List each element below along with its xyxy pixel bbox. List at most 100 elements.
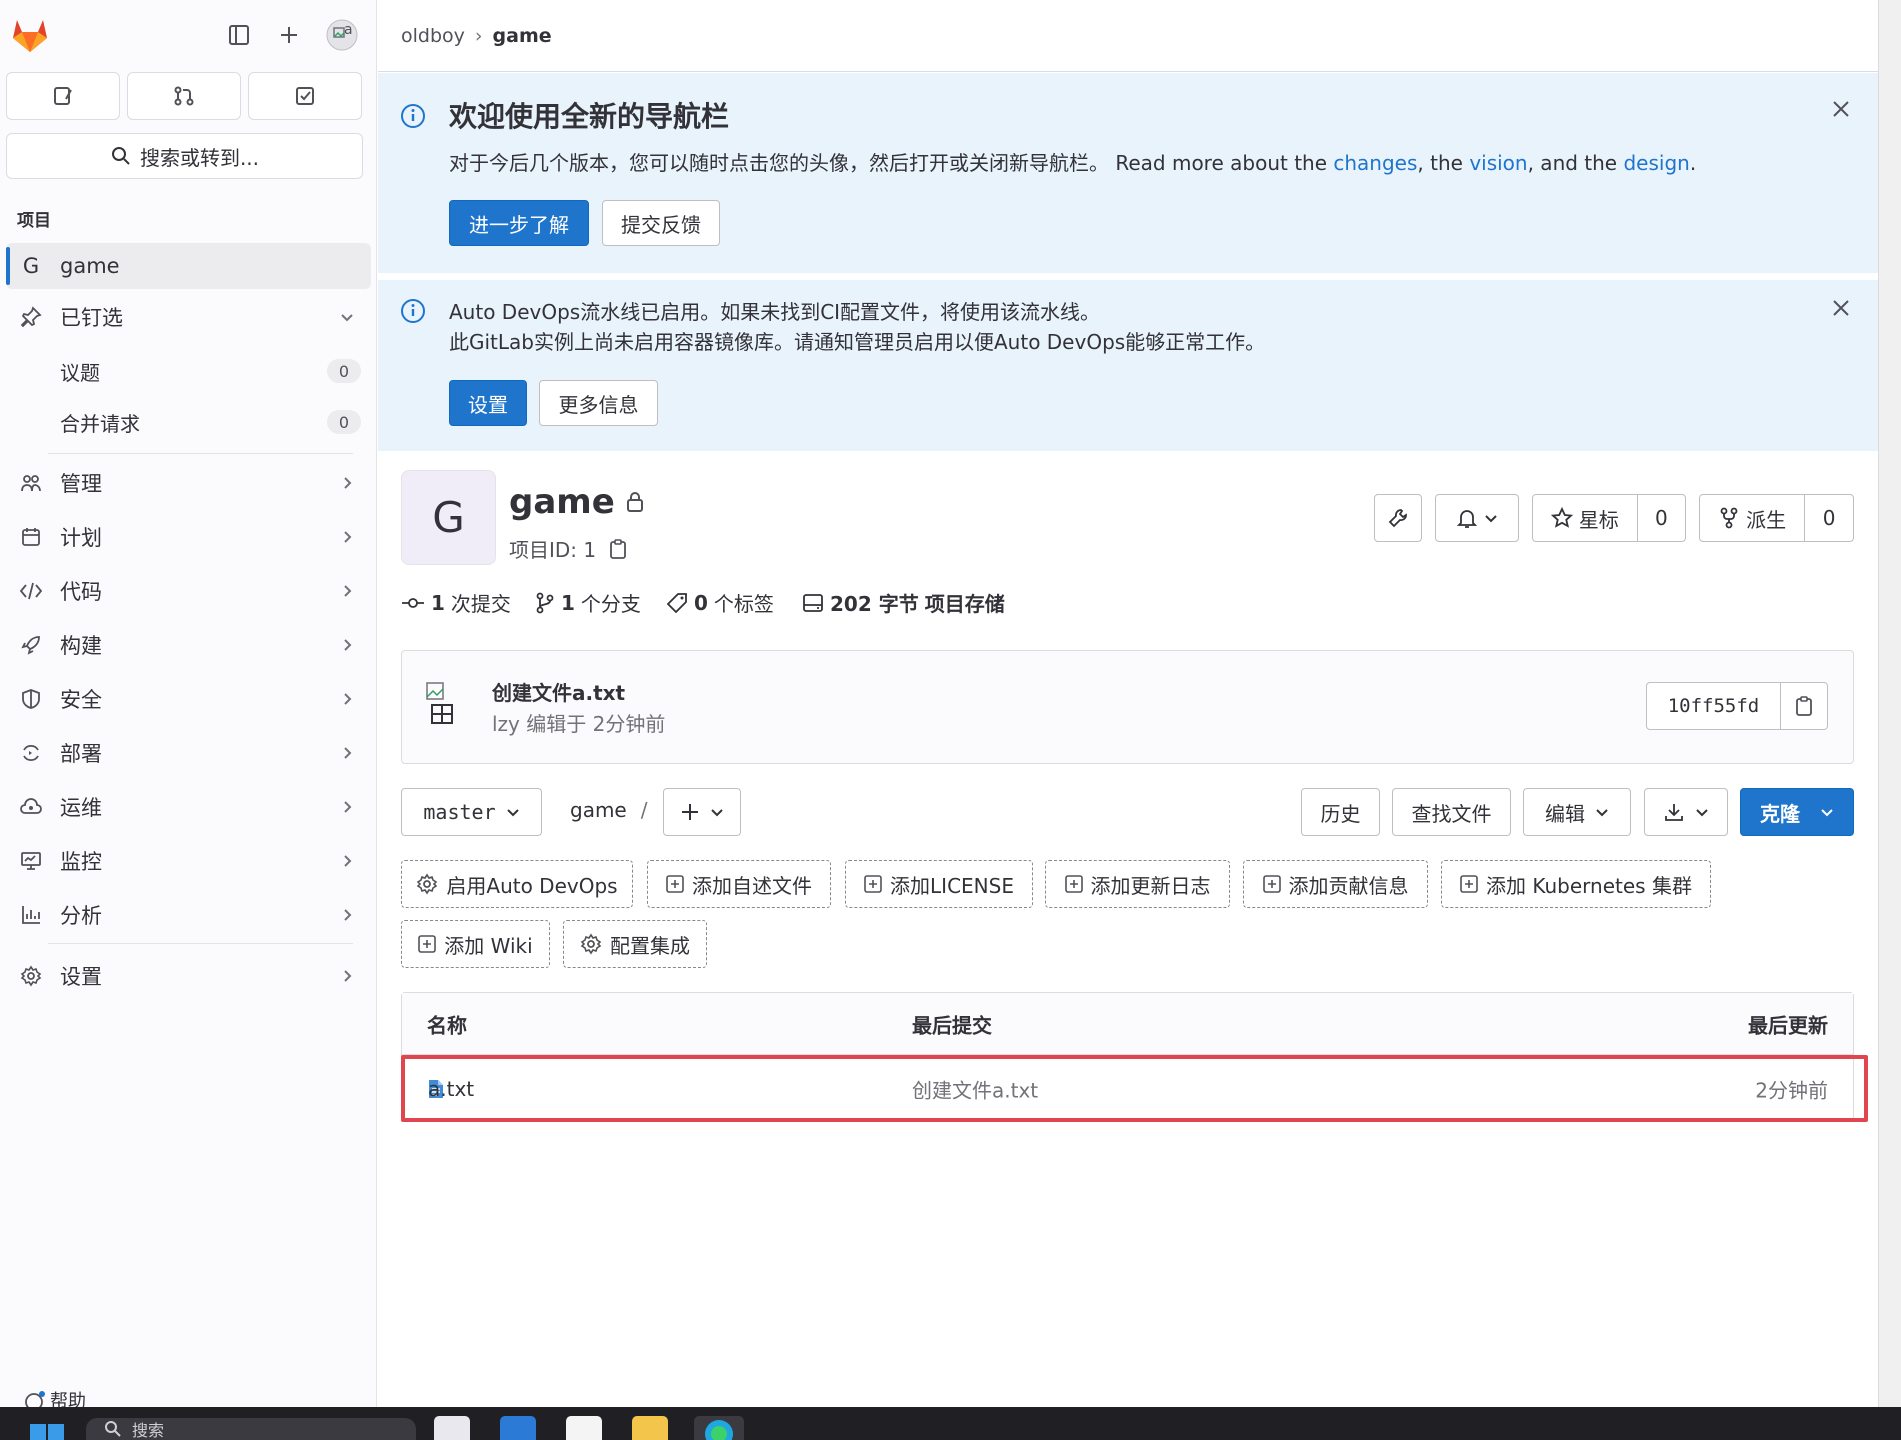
sidebar-item-manage[interactable]: 管理 xyxy=(6,460,371,506)
breadcrumb-current[interactable]: game xyxy=(493,25,552,47)
tags-stat[interactable]: 0 个标签 xyxy=(666,588,774,617)
storage-stat[interactable]: 202 字节 项目存储 xyxy=(802,588,1005,617)
design-link[interactable]: design xyxy=(1623,151,1689,175)
gitlab-logo-icon[interactable] xyxy=(10,16,50,54)
branch-icon xyxy=(536,592,554,613)
sidebar-item-build[interactable]: 构建 xyxy=(6,622,371,668)
repo-path-root[interactable]: game xyxy=(570,798,627,822)
submit-feedback-button[interactable]: 提交反馈 xyxy=(602,200,720,246)
plus-square-icon xyxy=(418,935,437,953)
plus-icon[interactable] xyxy=(272,18,306,52)
windows-start-icon[interactable] xyxy=(30,1424,64,1440)
fork-button[interactable]: 派生 xyxy=(1700,495,1806,541)
sidebar-item-plan[interactable]: 计划 xyxy=(6,514,371,560)
history-button[interactable]: 历史 xyxy=(1301,788,1380,836)
vision-link[interactable]: vision xyxy=(1469,151,1527,175)
collapse-sidebar-icon[interactable] xyxy=(222,18,256,52)
calendar-icon xyxy=(12,526,50,548)
star-count[interactable]: 0 xyxy=(1638,495,1685,541)
notification-dropdown[interactable] xyxy=(1435,494,1519,542)
suggestion-label: 启用Auto DevOps xyxy=(446,873,618,898)
project-name: game xyxy=(509,482,615,522)
sidebar-item-pinned[interactable]: 已钉选 xyxy=(6,294,371,340)
commits-stat[interactable]: 1 次提交 xyxy=(401,588,511,617)
add-wiki-button[interactable]: 添加 Wiki xyxy=(401,920,550,968)
learn-more-button[interactable]: 进一步了解 xyxy=(449,200,589,246)
sidebar-item-label: 分析 xyxy=(60,904,102,928)
chevron-down-icon xyxy=(1821,809,1833,817)
commit-author-avatar[interactable] xyxy=(424,681,458,727)
window-scrollbar[interactable] xyxy=(1878,0,1901,1407)
taskbar-app-icon[interactable] xyxy=(500,1416,536,1440)
branch-selector[interactable]: master xyxy=(401,788,542,836)
configure-integrations-button[interactable]: 配置集成 xyxy=(563,920,707,968)
add-readme-button[interactable]: 添加自述文件 xyxy=(647,860,831,908)
sidebar-item-label: 计划 xyxy=(60,526,102,550)
new-navigation-banner: 欢迎使用全新的导航栏 对于今后几个版本，您可以随时点击您的头像，然后打开或关闭新… xyxy=(378,73,1878,273)
star-button-group: 星标 0 xyxy=(1532,494,1686,542)
taskbar-app-icon[interactable] xyxy=(566,1416,602,1440)
copy-icon[interactable] xyxy=(608,538,628,560)
chart-icon xyxy=(12,904,50,926)
sidebar-item-label: 部署 xyxy=(60,742,102,766)
sidebar-item-security[interactable]: 安全 xyxy=(6,676,371,722)
storage-label: 项目存储 xyxy=(924,592,1005,616)
add-changelog-button[interactable]: 添加更新日志 xyxy=(1045,860,1230,908)
clone-dropdown[interactable]: 克隆 xyxy=(1740,788,1854,836)
suggestion-label: 添加 Kubernetes 集群 xyxy=(1486,873,1692,898)
download-dropdown[interactable] xyxy=(1644,788,1728,836)
chevron-down-icon xyxy=(506,809,519,817)
deployments-icon xyxy=(12,742,50,764)
merge-requests-quick-button[interactable] xyxy=(127,72,241,120)
breadcrumb-parent[interactable]: oldboy xyxy=(401,25,465,47)
sidebar-item-deploy[interactable]: 部署 xyxy=(6,730,371,776)
folder-icon[interactable] xyxy=(632,1416,668,1440)
file-name-cell[interactable]: a.txt xyxy=(428,1077,474,1101)
add-to-tree-dropdown[interactable] xyxy=(663,788,741,836)
commit-sha[interactable]: 10ff55fd xyxy=(1647,683,1781,729)
fork-count[interactable]: 0 xyxy=(1805,495,1853,541)
sidebar-item-analyze[interactable]: 分析 xyxy=(6,892,371,938)
sidebar-item-label: 合并请求 xyxy=(60,411,140,436)
file-last-update: 2分钟前 xyxy=(1755,1078,1828,1102)
issues-quick-button[interactable] xyxy=(6,72,120,120)
add-license-button[interactable]: 添加LICENSE xyxy=(845,860,1033,908)
star-button[interactable]: 星标 xyxy=(1533,495,1638,541)
more-info-button[interactable]: 更多信息 xyxy=(539,380,658,426)
taskbar-app-icon[interactable] xyxy=(434,1416,470,1440)
close-icon[interactable] xyxy=(1827,294,1855,322)
sidebar-item-operate[interactable]: 运维 xyxy=(6,784,371,830)
user-avatar[interactable]: a xyxy=(322,18,362,52)
commit-title[interactable]: 创建文件a.txt xyxy=(492,677,625,706)
add-contributing-button[interactable]: 添加贡献信息 xyxy=(1243,860,1428,908)
close-icon[interactable] xyxy=(1827,95,1855,123)
commits-label: 次提交 xyxy=(450,592,511,616)
sidebar-item-monitor[interactable]: 监控 xyxy=(6,838,371,884)
taskbar-search[interactable]: 搜索 xyxy=(86,1418,416,1440)
find-file-button[interactable]: 查找文件 xyxy=(1392,788,1511,836)
edit-dropdown[interactable]: 编辑 xyxy=(1523,788,1631,836)
sidebar-item-code[interactable]: 代码 xyxy=(6,568,371,614)
gear-icon xyxy=(417,873,438,895)
taskbar-browser-icon[interactable] xyxy=(694,1416,744,1440)
section-title: 项目 xyxy=(17,211,51,231)
todos-quick-button[interactable] xyxy=(248,72,362,120)
table-row[interactable]: a.txt 创建文件a.txt 2分钟前 xyxy=(402,1055,1853,1122)
add-kubernetes-cluster-button[interactable]: 添加 Kubernetes 集群 xyxy=(1441,860,1711,908)
project-settings-button[interactable] xyxy=(1374,494,1422,542)
sidebar-item-settings[interactable]: 设置 xyxy=(6,953,371,999)
enable-auto-devops-button[interactable]: 启用Auto DevOps xyxy=(401,860,633,908)
copy-sha-button[interactable] xyxy=(1781,683,1827,729)
search-button[interactable]: 搜索或转到... xyxy=(6,133,363,179)
branches-stat[interactable]: 1 个分支 xyxy=(535,588,641,617)
chevron-right-icon xyxy=(339,745,355,761)
sidebar-item-label: 监控 xyxy=(60,850,102,874)
sidebar-item-merge-requests[interactable]: 合并请求 0 xyxy=(6,399,371,445)
changes-link[interactable]: changes xyxy=(1333,151,1417,175)
project-id-label: 项目ID: 1 xyxy=(509,538,597,562)
sidebar-item-project-game[interactable]: G game xyxy=(6,243,371,289)
file-last-commit[interactable]: 创建文件a.txt xyxy=(912,1074,1038,1103)
sidebar-item-issues[interactable]: 议题 0 xyxy=(6,348,371,394)
chevron-right-icon xyxy=(339,529,355,545)
settings-button[interactable]: 设置 xyxy=(449,380,527,426)
